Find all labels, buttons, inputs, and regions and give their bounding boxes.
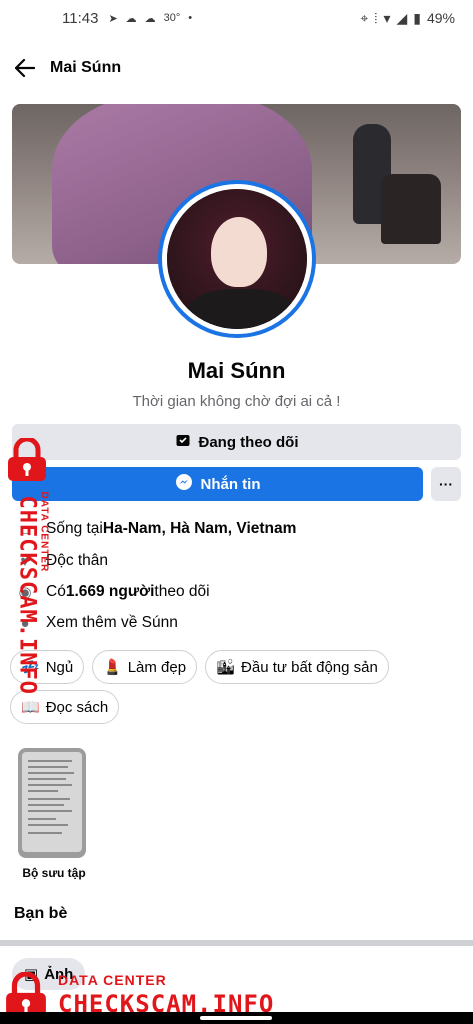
profile-name: Mai Súnn	[187, 358, 286, 383]
watermark-small-text: DATA CENTER	[38, 491, 50, 573]
app-bar: Mai Súnn	[0, 46, 473, 90]
info-relationship: ♥ Độc thân	[14, 547, 454, 575]
profile-avatar[interactable]	[158, 180, 316, 338]
battery-level: 49%	[426, 10, 455, 26]
temperature: 30°	[163, 12, 181, 24]
cloud-icon: ☁	[125, 12, 137, 25]
message-button[interactable]: Nhắn tin	[12, 467, 423, 501]
navigation-arrow-icon: ➤	[108, 12, 118, 25]
city-icon: 🏙	[216, 659, 236, 676]
cloud-icon-2: ☁	[144, 12, 156, 25]
watermark-bottom-small: DATA CENTER	[58, 972, 167, 988]
back-arrow-icon[interactable]	[12, 55, 38, 81]
following-button[interactable]: Đang theo dõi	[12, 424, 461, 460]
following-label: Đang theo dõi	[198, 433, 299, 451]
hobby-chip-beauty[interactable]: 💄 Làm đẹp	[92, 650, 198, 684]
collection-thumbnail[interactable]	[18, 748, 86, 858]
following-icon	[175, 432, 191, 452]
status-time: 11:43	[62, 9, 99, 27]
watermark-big-text: CHECKSCAM.INFO	[14, 495, 40, 695]
more-options-button[interactable]: ···	[431, 467, 461, 501]
followers-count: 1.669 người	[65, 583, 155, 600]
status-bar: 11:43 ➤ ☁ ☁ 30° • ⌖ ⦙ ▾ ◢ ▮ 49%	[0, 0, 473, 36]
messenger-icon	[175, 473, 193, 495]
lipstick-icon: 💄	[103, 659, 122, 676]
system-nav-bar	[0, 1012, 473, 1024]
battery-icon: ▮	[413, 9, 421, 26]
profile-bio: Thời gian không chờ đợi ai cả !	[132, 393, 341, 410]
watermark-vertical: DATA CENTER CHECKSCAM.INFO	[2, 438, 54, 695]
page-title: Mai Súnn	[50, 59, 122, 76]
info-lives-in: ⌂ Sống tại Ha-Nam, Hà Nam, Vietnam	[14, 515, 454, 543]
location-icon: ⌖	[360, 9, 369, 26]
collection-label: Bộ sưu tập	[22, 866, 86, 880]
home-gesture-handle[interactable]	[200, 1016, 272, 1020]
vibrate-icon: ⦙	[374, 9, 378, 26]
dot-icon: •	[188, 12, 193, 24]
friends-section-title: Bạn bè	[14, 905, 68, 922]
info-followers[interactable]: ◉ Có 1.669 người theo dõi	[14, 578, 454, 606]
signal-icon: ◢	[396, 9, 408, 26]
padlock-icon	[8, 438, 46, 481]
info-see-more[interactable]: ● Xem thêm về Súnn	[14, 609, 454, 637]
section-divider	[0, 940, 473, 946]
wifi-icon: ▾	[383, 9, 391, 26]
hobby-chip-real-estate[interactable]: 🏙 Đầu tư bất động sản	[205, 650, 389, 684]
lives-place: Ha-Nam, Hà Nam, Vietnam	[102, 520, 297, 537]
message-label: Nhắn tin	[200, 475, 261, 493]
